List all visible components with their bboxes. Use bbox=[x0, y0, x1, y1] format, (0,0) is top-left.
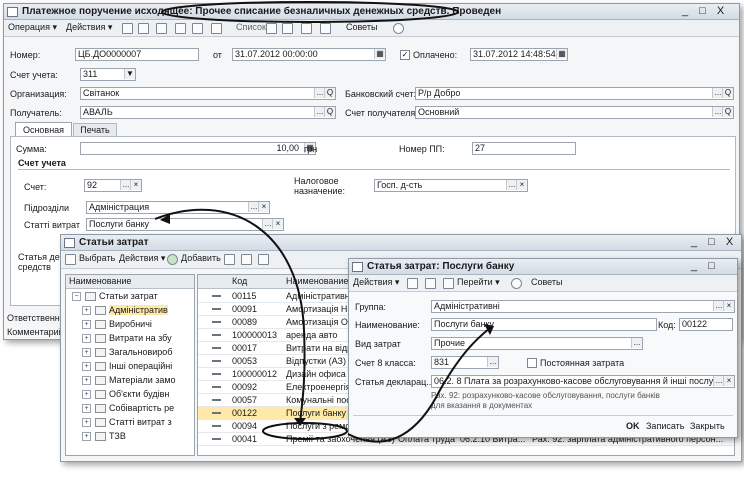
arrow-head-2 bbox=[484, 324, 494, 335]
arrow-row-to-detail bbox=[347, 327, 491, 443]
arrow-head-1 bbox=[294, 418, 306, 426]
selected-row-highlight-ellipse bbox=[262, 422, 348, 440]
annotation-overlay bbox=[154, 1, 494, 443]
arrow-field-to-row bbox=[154, 208, 306, 424]
title-highlight-ellipse bbox=[161, 1, 459, 23]
